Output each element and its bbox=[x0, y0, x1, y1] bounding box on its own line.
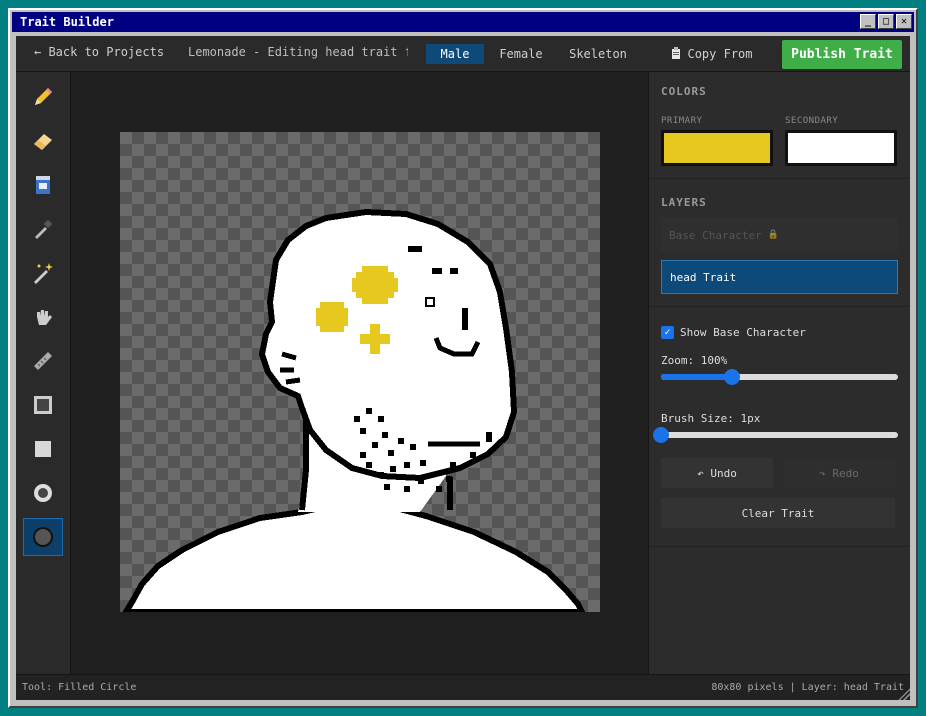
canvas-area bbox=[72, 72, 648, 674]
brush-size-label: Brush Size: 1px bbox=[661, 412, 761, 425]
status-tool: Tool: Filled Circle bbox=[22, 682, 137, 693]
show-base-character-row[interactable]: ✓ Show Base Character bbox=[661, 326, 806, 339]
circle-outline-tool[interactable] bbox=[23, 474, 63, 512]
filled-rectangle-tool[interactable] bbox=[23, 430, 63, 468]
character-drawing bbox=[122, 208, 586, 612]
move-hand-tool-icon bbox=[37, 310, 52, 325]
show-base-character-checkbox[interactable]: ✓ bbox=[661, 326, 674, 339]
window-titlebar[interactable]: Trait Builder _ □ ✕ bbox=[12, 12, 914, 32]
app-window: Trait Builder _ □ ✕ ← Back to Projects L… bbox=[8, 8, 918, 708]
layer-base-character: Base Character 🔒 bbox=[661, 218, 898, 252]
lock-icon: 🔒 bbox=[767, 230, 779, 240]
colors-section-title: COLORS bbox=[661, 85, 707, 98]
publish-trait-button[interactable]: Publish Trait bbox=[782, 40, 902, 69]
zoom-slider[interactable] bbox=[661, 369, 898, 385]
resize-grip-icon[interactable] bbox=[898, 688, 910, 700]
pencil-tool[interactable] bbox=[23, 78, 63, 116]
eraser-tool-icon bbox=[34, 134, 52, 150]
window-controls: _ □ ✕ bbox=[860, 14, 912, 29]
show-base-character-label: Show Base Character bbox=[680, 326, 806, 339]
window-title: Trait Builder bbox=[20, 15, 114, 29]
layer-head-trait[interactable]: head Trait bbox=[661, 260, 898, 294]
status-info: 80x80 pixels | Layer: head Trait bbox=[711, 682, 904, 693]
section-divider bbox=[649, 306, 910, 307]
fill-bucket-tool-icon bbox=[36, 176, 50, 194]
secondary-color-label: SECONDARY bbox=[785, 116, 839, 126]
filled-circle-tool[interactable] bbox=[23, 518, 63, 556]
magic-wand-tool-icon bbox=[34, 263, 53, 284]
section-divider bbox=[649, 546, 910, 547]
pencil-tool-icon bbox=[35, 88, 52, 105]
maximize-button[interactable]: □ bbox=[878, 14, 894, 29]
body-type-skeleton-tab[interactable]: Skeleton bbox=[562, 44, 634, 64]
tool-sidebar bbox=[16, 72, 71, 674]
layer-label: Base Character bbox=[669, 228, 762, 242]
redo-button[interactable]: ↷ Redo bbox=[783, 458, 895, 488]
undo-button[interactable]: ↶ Undo bbox=[661, 458, 773, 488]
clipboard-icon bbox=[671, 46, 681, 62]
app-body: ← Back to Projects Lemonade - Editing he… bbox=[16, 36, 910, 700]
line-tool-icon bbox=[34, 352, 52, 370]
close-button[interactable]: ✕ bbox=[896, 14, 912, 29]
move-hand-tool[interactable] bbox=[23, 298, 63, 336]
copy-from-label: Copy From bbox=[687, 47, 753, 61]
body-type-male-tab[interactable]: Male bbox=[426, 44, 484, 64]
body-type-female-tab[interactable]: Female bbox=[490, 44, 552, 64]
line-tool[interactable] bbox=[23, 342, 63, 380]
clear-trait-button[interactable]: Clear Trait bbox=[661, 498, 895, 528]
project-title: Lemonade - Editing head trait for ... bbox=[188, 45, 408, 59]
layers-section-title: LAYERS bbox=[661, 196, 707, 209]
secondary-color-swatch[interactable] bbox=[785, 130, 897, 166]
top-bar: ← Back to Projects Lemonade - Editing he… bbox=[16, 36, 910, 72]
primary-color-label: PRIMARY bbox=[661, 116, 703, 126]
filled-circle-tool-icon bbox=[33, 527, 53, 547]
section-divider bbox=[649, 178, 910, 179]
brush-size-slider[interactable] bbox=[653, 427, 898, 443]
copy-from-button[interactable]: Copy From bbox=[666, 44, 758, 64]
magic-wand-tool[interactable] bbox=[23, 254, 63, 292]
fill-bucket-tool[interactable] bbox=[23, 166, 63, 204]
zoom-slider-thumb[interactable] bbox=[724, 369, 741, 385]
back-to-projects-link[interactable]: ← Back to Projects bbox=[34, 45, 164, 59]
eyedropper-tool[interactable] bbox=[23, 210, 63, 248]
rectangle-outline-tool[interactable] bbox=[23, 386, 63, 424]
properties-panel: COLORS PRIMARY SECONDARY LAYERS Base Cha… bbox=[648, 72, 910, 674]
pixel-canvas[interactable] bbox=[120, 132, 600, 612]
circle-outline-tool-icon bbox=[34, 484, 52, 502]
minimize-button[interactable]: _ bbox=[860, 14, 876, 29]
layer-label: head Trait bbox=[670, 270, 737, 284]
brush-size-slider-thumb[interactable] bbox=[653, 427, 669, 443]
eraser-tool[interactable] bbox=[23, 122, 63, 160]
status-bar: Tool: Filled Circle 80x80 pixels | Layer… bbox=[16, 674, 910, 700]
rectangle-outline-tool-icon bbox=[34, 396, 52, 414]
zoom-label: Zoom: 100% bbox=[661, 354, 728, 367]
zoom-slider-fill bbox=[661, 374, 733, 380]
filled-rectangle-tool-icon bbox=[35, 441, 51, 457]
primary-color-swatch[interactable] bbox=[661, 130, 773, 166]
eyedropper-tool-icon bbox=[35, 219, 53, 239]
